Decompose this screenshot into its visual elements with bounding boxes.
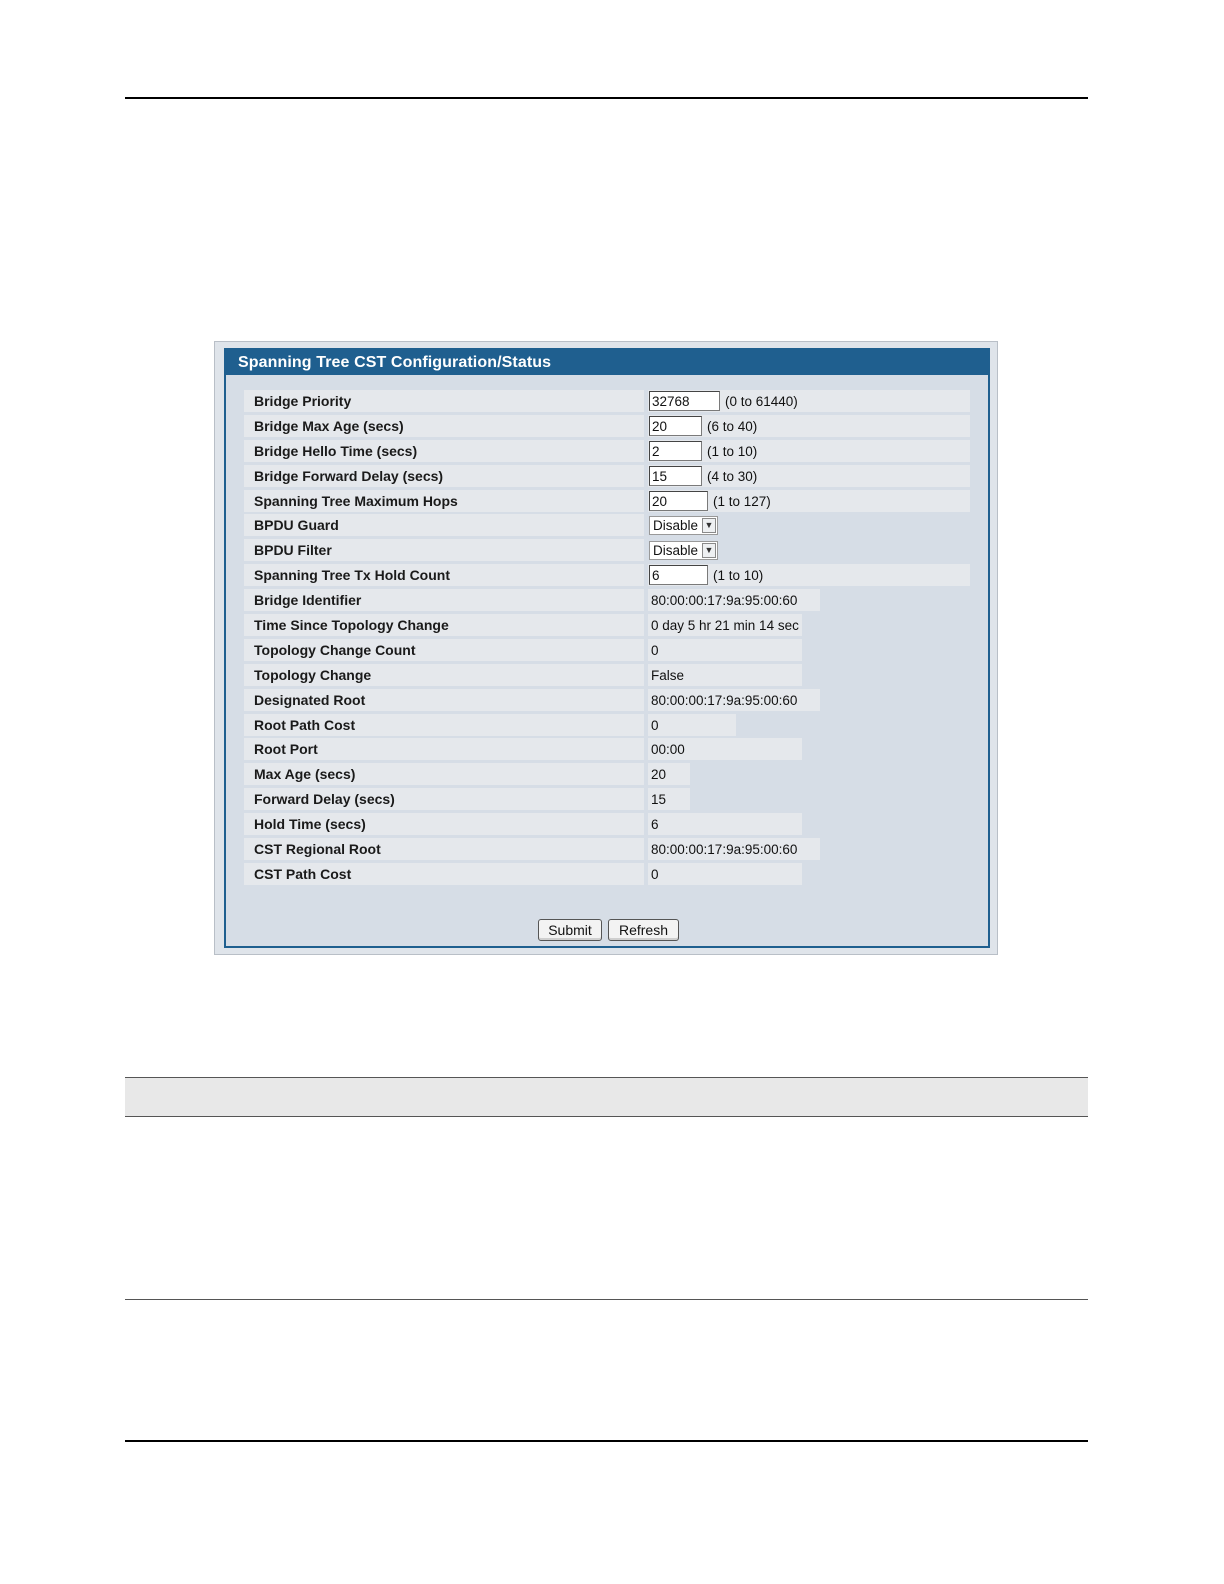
row-bridge-identifier: Bridge Identifier 80:00:00:17:9a:95:00:6… xyxy=(244,589,970,612)
forward-delay-value: 15 xyxy=(651,792,667,808)
row-topology-change: Topology Change False xyxy=(244,663,970,687)
field-label: CST Regional Root xyxy=(244,838,644,861)
field-label: Designated Root xyxy=(244,688,644,711)
time-since-topology-change-value: 0 day 5 hr 21 min 14 sec xyxy=(651,618,799,634)
bridge-hello-time-input[interactable]: 2 xyxy=(649,440,702,461)
root-path-cost-value: 0 xyxy=(651,717,659,733)
row-bridge-hello-time: Bridge Hello Time (secs) 2 (1 to 10) xyxy=(244,439,970,463)
row-root-port: Root Port 00:00 xyxy=(244,738,970,761)
field-table: Bridge Priority 32768 (0 to 61440) Bridg… xyxy=(244,390,970,888)
row-max-age: Max Age (secs) 20 xyxy=(244,763,970,786)
chevron-down-icon[interactable]: ▼ xyxy=(702,518,716,534)
field-label: Root Path Cost xyxy=(244,713,644,736)
range-hint: (1 to 10) xyxy=(713,568,764,584)
field-label: CST Path Cost xyxy=(244,862,644,885)
bridge-identifier-value: 80:00:00:17:9a:95:00:60 xyxy=(651,593,798,609)
row-tx-hold-count: Spanning Tree Tx Hold Count 6 (1 to 10) xyxy=(244,564,970,587)
field-label: Forward Delay (secs) xyxy=(244,788,644,811)
field-label: Bridge Priority xyxy=(244,390,644,412)
field-label: BPDU Guard xyxy=(244,514,644,537)
value-cell xyxy=(648,638,802,661)
refresh-button[interactable]: Refresh xyxy=(608,919,679,941)
field-label: Max Age (secs) xyxy=(244,763,644,786)
row-hold-time: Hold Time (secs) 6 xyxy=(244,813,970,836)
row-topology-change-count: Topology Change Count 0 xyxy=(244,638,970,662)
bottom-rule xyxy=(125,1440,1088,1442)
field-label: Bridge Max Age (secs) xyxy=(244,414,644,437)
row-bridge-max-age: Bridge Max Age (secs) 20 (6 to 40) xyxy=(244,414,970,438)
row-time-since-topology-change: Time Since Topology Change 0 day 5 hr 21… xyxy=(244,614,970,637)
field-label: Spanning Tree Maximum Hops xyxy=(244,489,644,512)
chevron-down-icon[interactable]: ▼ xyxy=(702,543,716,559)
field-label: Bridge Forward Delay (secs) xyxy=(244,464,644,487)
table-header-band xyxy=(125,1077,1088,1117)
cst-path-cost-value: 0 xyxy=(651,866,659,882)
panel-title: Spanning Tree CST Configuration/Status xyxy=(226,350,988,375)
tx-hold-count-input[interactable]: 6 xyxy=(649,565,708,586)
field-label: Topology Change xyxy=(244,663,644,686)
cst-config-screenshot: Spanning Tree CST Configuration/Status B… xyxy=(214,341,998,955)
max-hops-input[interactable]: 20 xyxy=(649,490,708,511)
cst-config-panel: Spanning Tree CST Configuration/Status B… xyxy=(224,348,990,948)
root-port-value: 00:00 xyxy=(651,742,685,758)
selected-value: Disable xyxy=(653,518,699,534)
field-label: Hold Time (secs) xyxy=(244,813,644,836)
designated-root-value: 80:00:00:17:9a:95:00:60 xyxy=(651,692,798,708)
bridge-forward-delay-input[interactable]: 15 xyxy=(649,465,702,486)
row-designated-root: Designated Root 80:00:00:17:9a:95:00:60 xyxy=(244,688,970,712)
row-root-path-cost: Root Path Cost 0 xyxy=(244,713,970,737)
field-label: Bridge Identifier xyxy=(244,589,644,612)
row-forward-delay: Forward Delay (secs) 15 xyxy=(244,788,970,811)
field-label: Topology Change Count xyxy=(244,638,644,661)
topology-change-value: False xyxy=(651,667,685,683)
range-hint: (4 to 30) xyxy=(707,468,758,484)
bpdu-filter-select[interactable]: Disable ▼ xyxy=(649,541,718,561)
bridge-priority-input[interactable]: 32768 xyxy=(649,391,720,411)
field-label: Spanning Tree Tx Hold Count xyxy=(244,564,644,587)
range-hint: (1 to 127) xyxy=(713,493,771,509)
submit-button[interactable]: Submit xyxy=(538,919,602,941)
table-rule xyxy=(125,1299,1088,1300)
field-label: Root Port xyxy=(244,738,644,761)
range-hint: (0 to 61440) xyxy=(725,394,798,409)
topology-change-count-value: 0 xyxy=(651,642,659,658)
row-bpdu-filter: BPDU Filter Disable ▼ xyxy=(244,539,970,562)
range-hint: (6 to 40) xyxy=(707,418,758,434)
bpdu-guard-select[interactable]: Disable ▼ xyxy=(649,516,718,536)
value-cell xyxy=(648,813,802,836)
row-max-hops: Spanning Tree Maximum Hops 20 (1 to 127) xyxy=(244,489,970,513)
field-label: BPDU Filter xyxy=(244,539,644,562)
value-cell xyxy=(648,862,802,885)
row-cst-path-cost: CST Path Cost 0 xyxy=(244,862,970,886)
range-hint: (1 to 10) xyxy=(707,443,758,459)
row-cst-regional-root: CST Regional Root 80:00:00:17:9a:95:00:6… xyxy=(244,838,970,861)
row-bridge-forward-delay: Bridge Forward Delay (secs) 15 (4 to 30) xyxy=(244,464,970,488)
bridge-max-age-input[interactable]: 20 xyxy=(649,415,702,436)
max-age-value: 20 xyxy=(651,767,667,783)
row-bpdu-guard: BPDU Guard Disable ▼ xyxy=(244,514,970,537)
hold-time-value: 6 xyxy=(651,817,659,833)
field-label: Time Since Topology Change xyxy=(244,614,644,637)
cst-regional-root-value: 80:00:00:17:9a:95:00:60 xyxy=(651,842,798,858)
row-bridge-priority: Bridge Priority 32768 (0 to 61440) xyxy=(244,390,970,413)
selected-value: Disable xyxy=(653,543,699,559)
field-label: Bridge Hello Time (secs) xyxy=(244,439,644,462)
top-rule xyxy=(125,97,1088,99)
value-cell xyxy=(648,713,736,736)
